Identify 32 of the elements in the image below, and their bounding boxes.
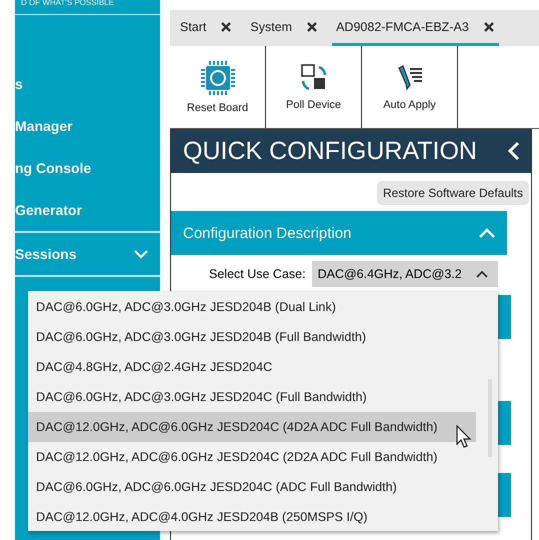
- dropdown-option[interactable]: DAC@12.0GHz, ADC@6.0GHz JESD204C (2D2A ADC Full Bandwidth): [28, 442, 476, 472]
- chevron-down-icon: [134, 250, 148, 258]
- sidebar-item-label: Manager: [15, 118, 73, 134]
- dropdown-option[interactable]: DAC@4.8GHz, ADC@2.4GHz JESD204C: [28, 352, 476, 382]
- sidebar-item-label: Generator: [15, 202, 82, 218]
- close-icon[interactable]: [306, 20, 318, 32]
- dropdown-option[interactable]: DAC@12.0GHz, ADC@4.0GHz JESD204B (250MSPS I/Q): [28, 502, 476, 532]
- collapse-icon[interactable]: [507, 141, 521, 161]
- restore-defaults-button[interactable]: Restore Software Defaults: [376, 181, 529, 205]
- dropdown-option[interactable]: DAC@6.0GHz, ADC@3.0GHz JESD204B (Dual Link): [28, 292, 476, 322]
- mouse-cursor-icon: [456, 425, 472, 449]
- sidebar-item-label: Sessions: [15, 246, 76, 262]
- device-sync-icon: [298, 63, 328, 93]
- tab-label: Start: [180, 20, 206, 34]
- chip-reset-icon: [200, 60, 236, 96]
- use-case-dropdown[interactable]: DAC@6.4GHz, ADC@3.2: [312, 261, 498, 287]
- dropdown-option[interactable]: DAC@6.0GHz, ADC@3.0GHz JESD204C (Full Bandwidth): [28, 382, 476, 412]
- sidebar-item-label: s: [15, 76, 23, 92]
- panel-title: QUICK CONFIGURATION: [183, 136, 477, 166]
- tab-label: System: [250, 20, 292, 34]
- dropdown-option[interactable]: DAC@12.0GHz, ADC@6.0GHz JESD204C (4D2A ADC Full Bandwidth): [28, 412, 476, 442]
- dropdown-option[interactable]: DAC@6.0GHz, ADC@3.0GHz JESD204B (Full Bandwidth): [28, 322, 476, 352]
- sidebar-item-label: ng Console: [15, 160, 92, 176]
- tab[interactable]: Start: [176, 10, 236, 46]
- close-icon[interactable]: [220, 20, 232, 32]
- dropdown-option[interactable]: DAC@6.0GHz, ADC@6.0GHz JESD204C (ADC Full Bandwidth): [28, 472, 476, 502]
- tab-label: AD9082-FMCA-EBZ-A3: [336, 20, 469, 34]
- tab[interactable]: System: [246, 10, 322, 46]
- chevron-up-icon: [476, 270, 488, 278]
- close-icon[interactable]: [482, 20, 495, 32]
- use-case-label: Select Use Case:: [209, 267, 306, 281]
- section-title: Configuration Description: [183, 224, 352, 242]
